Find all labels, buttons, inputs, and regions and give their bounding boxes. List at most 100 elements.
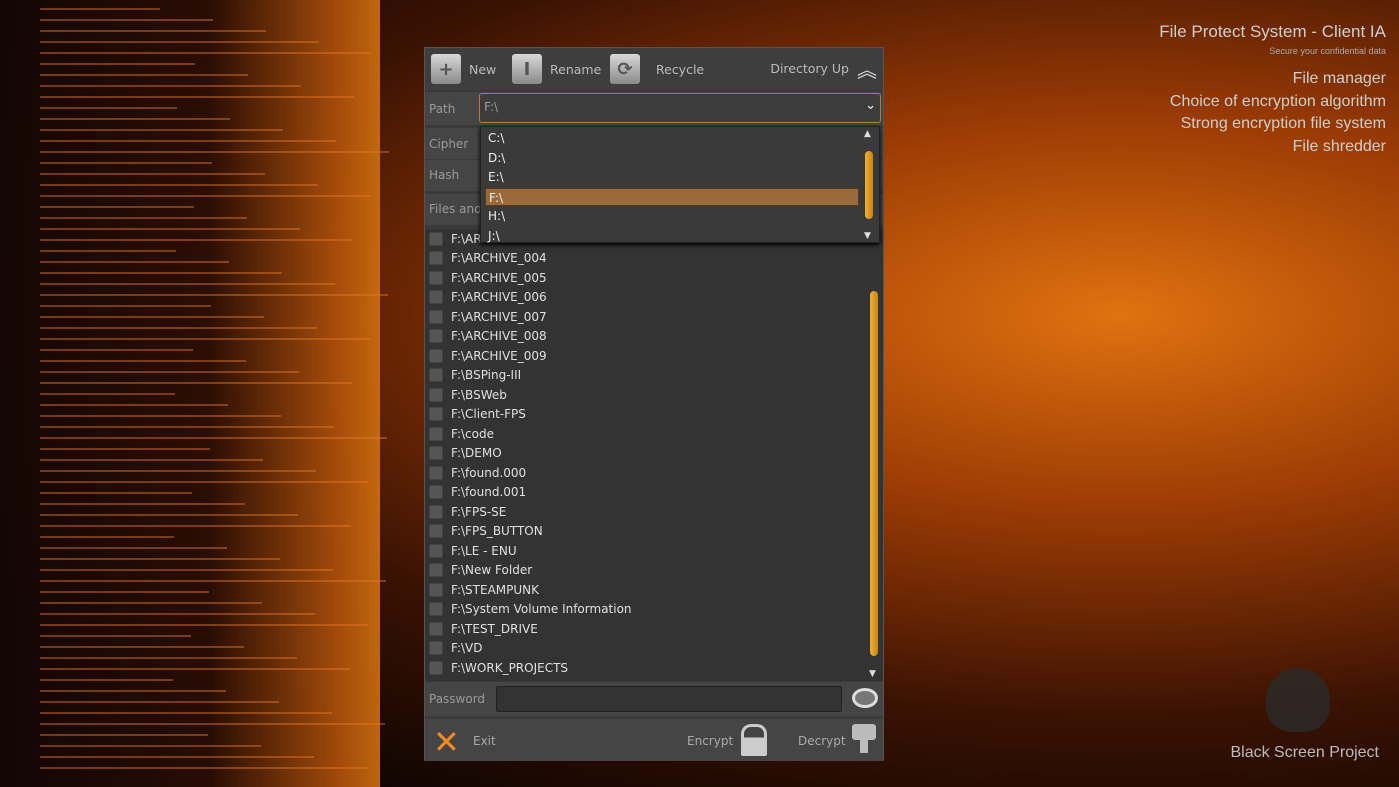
file-checkbox[interactable] xyxy=(429,446,443,460)
file-checkbox[interactable] xyxy=(429,660,443,675)
dropdown-scroll-thumb[interactable] xyxy=(865,151,873,219)
file-checkbox[interactable] xyxy=(429,426,443,441)
feature-item: Strong encryption file system xyxy=(1180,115,1386,132)
dropdown-option[interactable]: J:\ xyxy=(485,227,859,245)
feature-list: File manager Choice of encryption algori… xyxy=(1170,68,1386,158)
file-checkbox[interactable] xyxy=(429,504,443,519)
file-checkbox[interactable] xyxy=(429,231,443,246)
file-list-item[interactable]: F:\found.000 xyxy=(429,463,526,482)
scroll-down-icon[interactable]: ▼ xyxy=(864,231,871,241)
file-list-item[interactable]: F:\ARCHIVE_005 xyxy=(429,268,547,287)
rename-icon: I xyxy=(512,54,542,84)
file-checkbox[interactable] xyxy=(429,329,443,343)
file-checkbox[interactable] xyxy=(429,602,443,616)
action-bar: ✕ Exit Encrypt Decrypt xyxy=(425,719,883,761)
code-decoration xyxy=(40,646,244,648)
file-checkbox[interactable] xyxy=(429,465,443,480)
path-select[interactable]: F:\ ⌄ xyxy=(479,93,881,123)
directory-up-button[interactable]: Directory Up ︽ xyxy=(770,54,877,83)
file-list-item[interactable]: F:\ARCHIVE_008 xyxy=(429,327,547,346)
file-name: F:\DEMO xyxy=(451,446,502,460)
file-list-scrollbar[interactable]: ▼ xyxy=(867,231,881,679)
file-list-item[interactable]: F:\TEST_DRIVE xyxy=(429,619,538,638)
file-name: F:\FPS-SE xyxy=(451,504,507,519)
dropdown-option[interactable]: F:\ xyxy=(485,187,859,206)
scroll-down-icon[interactable]: ▼ xyxy=(869,669,876,679)
file-checkbox[interactable] xyxy=(429,348,443,363)
code-decoration xyxy=(40,184,318,186)
file-list-item[interactable]: F:\System Volume Information xyxy=(429,600,632,619)
code-decoration xyxy=(40,118,230,120)
file-checkbox[interactable] xyxy=(429,368,443,382)
key-icon[interactable] xyxy=(852,724,876,740)
show-password-eye-icon[interactable] xyxy=(852,688,878,708)
code-decoration xyxy=(40,85,301,87)
file-list-item[interactable]: F:\LE - ENU xyxy=(429,541,517,560)
file-checkbox[interactable] xyxy=(429,290,443,304)
chevron-down-icon: ⌄ xyxy=(865,98,876,113)
code-decoration xyxy=(40,371,299,373)
file-checkbox[interactable] xyxy=(429,407,443,421)
code-decoration xyxy=(40,668,350,670)
code-decoration xyxy=(40,745,261,747)
code-decoration xyxy=(40,382,352,384)
file-list-item[interactable]: F:\STEAMPUNK xyxy=(429,580,539,599)
rename-button[interactable]: I Rename xyxy=(512,54,601,84)
file-name: F:\ARCHIVE_009 xyxy=(451,348,547,363)
dropdown-option[interactable]: C:\ xyxy=(485,129,859,147)
code-decoration xyxy=(40,393,175,395)
dropdown-option[interactable]: D:\ xyxy=(485,149,859,167)
code-decoration xyxy=(40,96,354,98)
file-list-item[interactable]: F:\code xyxy=(429,424,494,443)
recycle-button[interactable]: ⟳ Recycle xyxy=(610,54,704,84)
toolbar: + New I Rename ⟳ Recycle Directory Up ︽ xyxy=(425,48,883,90)
file-checkbox[interactable] xyxy=(429,563,443,577)
file-list-item[interactable]: F:\ARCHIVE_006 xyxy=(429,288,547,307)
scroll-up-icon[interactable]: ▲ xyxy=(864,129,871,139)
encrypt-button[interactable]: Encrypt xyxy=(687,734,733,748)
file-checkbox[interactable] xyxy=(429,641,443,655)
file-checkbox[interactable] xyxy=(429,251,443,265)
code-decoration xyxy=(40,151,389,153)
file-list-item[interactable]: F:\ARCHIVE_009 xyxy=(429,346,547,365)
dropdown-option[interactable]: E:\ xyxy=(485,168,859,186)
file-list-item[interactable]: F:\ARCHIVE_004 xyxy=(429,249,547,268)
scrollbar-thumb[interactable] xyxy=(870,291,878,656)
file-list-item[interactable]: F:\FPS-SE xyxy=(429,502,506,521)
file-checkbox[interactable] xyxy=(429,543,443,558)
directory-up-label: Directory Up xyxy=(770,61,849,76)
feature-item: File shredder xyxy=(1292,137,1386,155)
padlock-icon[interactable] xyxy=(741,724,767,756)
code-decoration xyxy=(40,206,194,208)
file-checkbox[interactable] xyxy=(429,582,443,597)
file-list-item[interactable]: F:\BSWeb xyxy=(429,385,507,404)
new-button[interactable]: + New xyxy=(431,54,496,84)
dropdown-option[interactable]: H:\ xyxy=(485,207,859,225)
file-list-item[interactable]: F:\AR xyxy=(429,229,482,248)
decrypt-button[interactable]: Decrypt xyxy=(798,734,846,748)
file-name: F:\WORK_PROJECTS xyxy=(451,660,569,675)
exit-x-icon[interactable]: ✕ xyxy=(433,723,460,761)
file-checkbox[interactable] xyxy=(429,309,443,324)
file-checkbox[interactable] xyxy=(429,270,443,285)
exit-button[interactable]: Exit xyxy=(473,734,496,748)
password-input[interactable] xyxy=(496,686,842,712)
app-title: File Protect System - Client IA xyxy=(1159,22,1386,41)
file-list-item[interactable]: F:\VD xyxy=(429,639,483,658)
file-list-item[interactable]: F:\found.001 xyxy=(429,483,526,502)
file-list-item[interactable]: F:\WORK_PROJECTS xyxy=(429,658,568,677)
file-list-item[interactable]: F:\New Folder xyxy=(429,561,532,580)
file-list-item[interactable]: F:\BSPing-III xyxy=(429,366,521,385)
file-checkbox[interactable] xyxy=(429,485,443,499)
file-checkbox[interactable] xyxy=(429,621,443,636)
dropdown-scrollbar[interactable]: ▲ ▼ xyxy=(862,129,876,241)
file-name: F:\ARCHIVE_005 xyxy=(451,270,547,285)
file-checkbox[interactable] xyxy=(429,524,443,538)
file-name: F:\AR xyxy=(451,231,482,246)
file-list-item[interactable]: F:\ARCHIVE_007 xyxy=(429,307,547,326)
file-list-item[interactable]: F:\FPS_BUTTON xyxy=(429,522,543,541)
file-list-item[interactable]: F:\Client-FPS xyxy=(429,405,526,424)
file-checkbox[interactable] xyxy=(429,387,443,402)
file-list-item[interactable]: F:\DEMO xyxy=(429,444,502,463)
rename-label: Rename xyxy=(550,61,602,77)
